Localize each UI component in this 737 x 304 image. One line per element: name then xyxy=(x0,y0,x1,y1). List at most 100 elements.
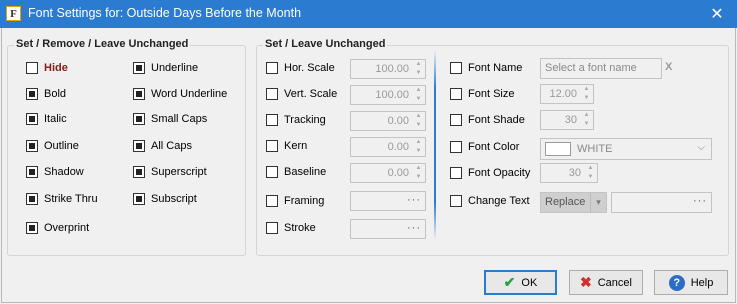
checkbox-box[interactable] xyxy=(450,62,462,74)
column-divider xyxy=(434,50,436,240)
checkbox-font-opacity[interactable]: Font Opacity xyxy=(450,165,530,181)
checkbox-small-caps[interactable]: Small Caps xyxy=(133,111,207,127)
checkbox-all-caps[interactable]: All Caps xyxy=(133,138,192,154)
stroke-button[interactable]: ··· xyxy=(350,219,426,239)
baseline-spinner[interactable]: 0.00 ▲ ▼ xyxy=(350,163,426,183)
checkbox-underline[interactable]: Underline xyxy=(133,60,198,76)
spinner-value: 0.00 xyxy=(387,115,409,127)
framing-button[interactable]: ··· xyxy=(350,191,426,211)
font-color-select[interactable]: WHITE ⌵ xyxy=(540,138,712,160)
checkbox-bold[interactable]: Bold xyxy=(26,86,66,102)
question-icon: ? xyxy=(668,274,685,291)
change-text-input[interactable]: ··· xyxy=(611,192,712,213)
spinner-value: 30 xyxy=(564,114,577,126)
spinner-value: 30 xyxy=(568,167,581,179)
spinner-arrows-icon[interactable]: ▲ ▼ xyxy=(581,86,592,102)
checkbox-stroke[interactable]: Stroke xyxy=(266,220,316,236)
chevron-down-icon[interactable]: ▾ xyxy=(590,193,606,212)
checkbox-font-size[interactable]: Font Size xyxy=(450,86,514,102)
checkbox-framing[interactable]: Framing xyxy=(266,193,324,209)
checkbox-italic[interactable]: Italic xyxy=(26,111,67,127)
checkbox-box[interactable] xyxy=(26,62,38,74)
checkbox-box[interactable] xyxy=(266,114,278,126)
checkbox-box[interactable] xyxy=(26,113,38,125)
spinner-arrows-icon[interactable]: ▲ ▼ xyxy=(413,113,424,129)
spinner-arrows-icon[interactable]: ▲ ▼ xyxy=(413,139,424,155)
checkbox-strike-thru[interactable]: Strike Thru xyxy=(26,191,98,207)
spinner-arrows-icon[interactable]: ▲ ▼ xyxy=(413,61,424,77)
checkbox-font-color[interactable]: Font Color xyxy=(450,139,519,155)
checkbox-box[interactable] xyxy=(450,167,462,179)
checkbox-box[interactable] xyxy=(266,88,278,100)
set-leave-legend: Set / Leave Unchanged xyxy=(263,38,388,50)
clear-font-icon[interactable]: X xyxy=(665,61,672,73)
ellipsis-icon: ··· xyxy=(407,194,421,206)
font-shade-spinner[interactable]: 30 ▲ ▼ xyxy=(540,110,594,130)
spinner-arrows-icon[interactable]: ▲ ▼ xyxy=(581,112,592,128)
checkbox-box[interactable] xyxy=(266,166,278,178)
checkbox-box[interactable] xyxy=(26,222,38,234)
checkbox-change-text[interactable]: Change Text xyxy=(450,193,530,209)
hor-scale-spinner[interactable]: 100.00 ▲ ▼ xyxy=(350,59,426,79)
spinner-value: 12.00 xyxy=(549,88,577,100)
checkbox-box[interactable] xyxy=(450,141,462,153)
checkbox-box[interactable] xyxy=(450,88,462,100)
checkbox-box[interactable] xyxy=(266,195,278,207)
app-icon: F xyxy=(6,6,21,21)
checkbox-outline[interactable]: Outline xyxy=(26,138,79,154)
checkbox-box[interactable] xyxy=(450,195,462,207)
spinner-arrows-icon[interactable]: ▲ ▼ xyxy=(413,87,424,103)
checkbox-hor-scale[interactable]: Hor. Scale xyxy=(266,60,335,76)
checkbox-box[interactable] xyxy=(26,193,38,205)
checkbox-font-name[interactable]: Font Name xyxy=(450,60,522,76)
spinner-value: 100.00 xyxy=(375,89,409,101)
checkbox-label: Framing xyxy=(284,195,325,207)
checkbox-font-shade[interactable]: Font Shade xyxy=(450,112,525,128)
checkbox-box[interactable] xyxy=(133,166,145,178)
spinner-value: 0.00 xyxy=(387,167,409,179)
checkbox-box[interactable] xyxy=(133,62,145,74)
checkbox-box[interactable] xyxy=(26,140,38,152)
checkbox-label: Strike Thru xyxy=(44,193,98,205)
spinner-arrows-icon[interactable]: ▲ ▼ xyxy=(585,165,596,181)
checkbox-label: Underline xyxy=(151,62,199,74)
checkbox-label: Bold xyxy=(44,88,67,100)
checkbox-box[interactable] xyxy=(26,166,38,178)
ellipsis-icon[interactable]: ··· xyxy=(693,195,707,207)
help-button[interactable]: ? Help xyxy=(654,270,728,295)
checkbox-shadow[interactable]: Shadow xyxy=(26,164,84,180)
checkbox-box[interactable] xyxy=(266,222,278,234)
checkbox-kern[interactable]: Kern xyxy=(266,138,307,154)
checkbox-vert-scale[interactable]: Vert. Scale xyxy=(266,86,337,102)
checkbox-box[interactable] xyxy=(266,140,278,152)
checkbox-subscript[interactable]: Subscript xyxy=(133,191,197,207)
checkbox-box[interactable] xyxy=(133,88,145,100)
tracking-spinner[interactable]: 0.00 ▲ ▼ xyxy=(350,111,426,131)
checkbox-label: Subscript xyxy=(151,193,197,205)
checkbox-word-underline[interactable]: Word Underline xyxy=(133,86,227,102)
checkbox-box[interactable] xyxy=(133,140,145,152)
spinner-arrows-icon[interactable]: ▲ ▼ xyxy=(413,165,424,181)
chevron-down-icon[interactable]: ⌵ xyxy=(697,142,705,153)
font-size-spinner[interactable]: 12.00 ▲ ▼ xyxy=(540,84,594,104)
checkbox-tracking[interactable]: Tracking xyxy=(266,112,326,128)
cancel-button[interactable]: ✖ Cancel xyxy=(569,270,643,295)
ok-button[interactable]: ✔ OK xyxy=(484,270,557,295)
font-name-input[interactable]: Select a font name xyxy=(540,58,662,79)
checkbox-overprint[interactable]: Overprint xyxy=(26,220,89,236)
close-icon[interactable]: ✕ xyxy=(697,0,737,28)
checkbox-superscript[interactable]: Superscript xyxy=(133,164,207,180)
checkbox-hide[interactable]: Hide xyxy=(26,60,68,76)
checkbox-baseline[interactable]: Baseline xyxy=(266,164,326,180)
checkbox-box[interactable] xyxy=(133,113,145,125)
kern-spinner[interactable]: 0.00 ▲ ▼ xyxy=(350,137,426,157)
checkbox-box[interactable] xyxy=(266,62,278,74)
checkbox-box[interactable] xyxy=(133,193,145,205)
font-opacity-spinner[interactable]: 30 ▲ ▼ xyxy=(540,163,598,183)
checkbox-box[interactable] xyxy=(450,114,462,126)
checkbox-label: Font Shade xyxy=(468,114,525,126)
vert-scale-spinner[interactable]: 100.00 ▲ ▼ xyxy=(350,85,426,105)
checkbox-box[interactable] xyxy=(26,88,38,100)
checkbox-label: Font Opacity xyxy=(468,167,531,179)
change-text-mode-select[interactable]: Replace ▾ xyxy=(540,192,607,213)
